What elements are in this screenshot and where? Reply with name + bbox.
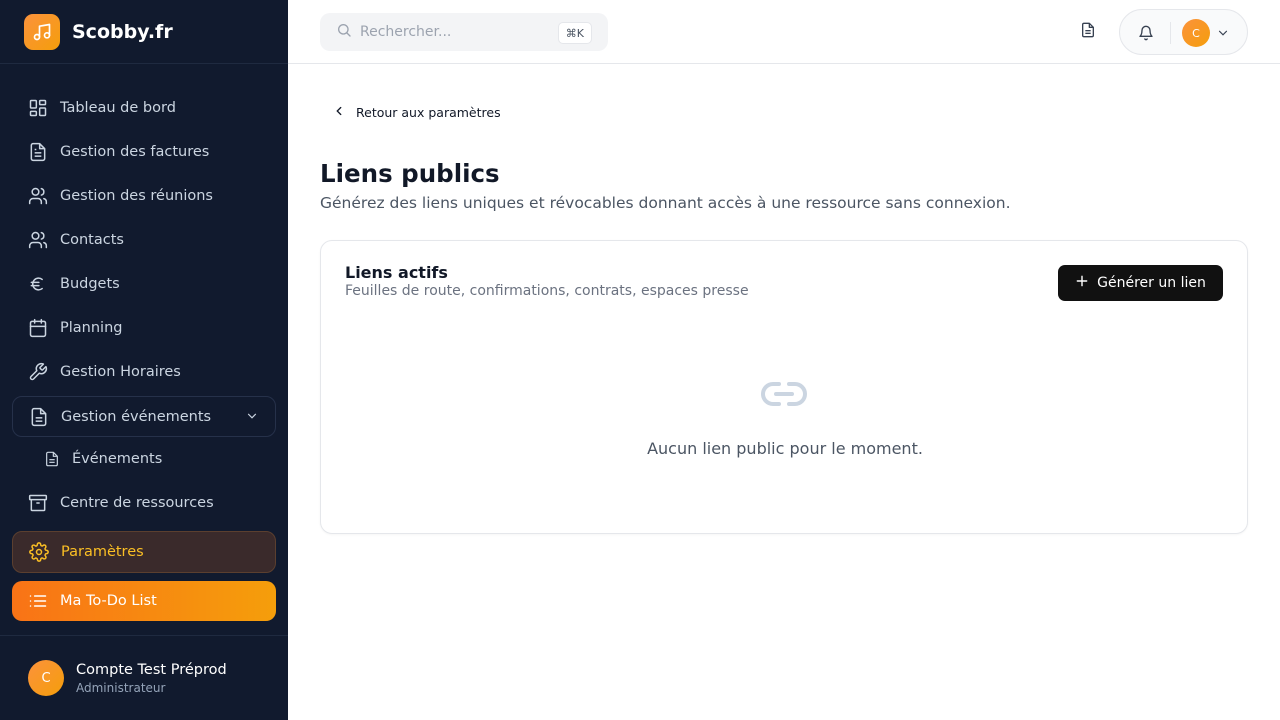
sidebar-nav: Tableau de bord Gestion des factures Ges…	[12, 86, 276, 621]
sidebar-item-contacts[interactable]: Contacts	[12, 218, 276, 262]
back-to-settings-link[interactable]: Retour aux paramètres	[332, 102, 501, 122]
sidebar-item-label: Gestion événements	[61, 408, 212, 425]
divider	[1170, 22, 1171, 44]
sidebar-item-label: Planning	[60, 320, 123, 336]
sidebar-item-schedules[interactable]: Gestion Horaires	[12, 350, 276, 394]
users-icon	[28, 186, 48, 206]
gear-icon	[29, 542, 49, 562]
sidebar: Scobby.fr Tableau de bord Gestion des fa…	[0, 0, 288, 720]
main-content: Retour aux paramètres Liens publics Géné…	[288, 64, 1280, 720]
sidebar-user[interactable]: C Compte Test Préprod Administrateur	[0, 635, 288, 720]
chevron-down-icon[interactable]	[1216, 25, 1230, 44]
empty-state-text: Aucun lien public pour le moment.	[647, 439, 923, 458]
users-icon	[28, 230, 48, 250]
sidebar-item-resources[interactable]: Centre de ressources	[12, 481, 276, 525]
chevron-down-icon	[245, 409, 259, 427]
documents-button[interactable]	[1076, 20, 1100, 44]
calendar-icon	[28, 318, 48, 338]
bell-icon[interactable]	[1136, 23, 1156, 43]
topbar: ⌘K C	[288, 0, 1280, 64]
card-subtitle: Feuilles de route, confirmations, contra…	[345, 283, 749, 299]
back-link-label: Retour aux paramètres	[356, 104, 501, 120]
generate-link-label: Générer un lien	[1097, 275, 1206, 291]
plus-icon	[1075, 274, 1089, 292]
search-input[interactable]	[360, 24, 540, 40]
active-links-card: Liens actifs Feuilles de route, confirma…	[320, 240, 1248, 534]
sidebar-item-settings[interactable]: Paramètres	[12, 531, 276, 573]
search-box[interactable]: ⌘K	[320, 13, 608, 51]
sidebar-item-label: Gestion des factures	[60, 144, 210, 160]
sidebar-item-invoices[interactable]: Gestion des factures	[12, 130, 276, 174]
sidebar-item-label: Ma To-Do List	[60, 593, 157, 609]
sidebar-item-label: Paramètres	[61, 544, 144, 560]
sidebar-item-label: Tableau de bord	[60, 100, 176, 116]
user-menu[interactable]: C	[1119, 9, 1248, 55]
sidebar-item-label: Contacts	[60, 232, 124, 248]
file-text-icon	[44, 451, 60, 467]
sidebar-item-label: Gestion Horaires	[60, 364, 181, 380]
avatar: C	[28, 660, 64, 696]
sidebar-item-todo-list[interactable]: Ma To-Do List	[12, 581, 276, 621]
sidebar-group-events[interactable]: Gestion événements	[12, 396, 276, 437]
sidebar-item-dashboard[interactable]: Tableau de bord	[12, 86, 276, 130]
music-note-icon	[24, 13, 60, 50]
user-name: Compte Test Préprod	[76, 661, 227, 678]
wrench-icon	[28, 362, 48, 382]
file-text-icon	[1080, 22, 1096, 42]
shortcut-badge: ⌘K	[557, 22, 592, 44]
link-icon	[761, 379, 807, 413]
sidebar-subitem-events[interactable]: Événements	[12, 437, 276, 481]
sidebar-item-label: Gestion des réunions	[60, 188, 213, 204]
archive-icon	[28, 493, 48, 513]
sidebar-item-label: Budgets	[60, 276, 120, 292]
brand-name: Scobby.fr	[72, 20, 173, 43]
chevron-left-icon	[332, 104, 346, 121]
file-text-icon	[28, 142, 48, 162]
file-text-icon	[29, 407, 49, 427]
sidebar-item-planning[interactable]: Planning	[12, 306, 276, 350]
sidebar-item-meetings[interactable]: Gestion des réunions	[12, 174, 276, 218]
euro-icon	[28, 274, 48, 294]
list-icon	[28, 591, 48, 611]
search-icon	[336, 22, 352, 42]
sidebar-item-budgets[interactable]: Budgets	[12, 262, 276, 306]
sidebar-item-label: Événements	[72, 451, 163, 467]
sidebar-item-label: Centre de ressources	[60, 495, 214, 511]
brand[interactable]: Scobby.fr	[0, 0, 288, 64]
card-title: Liens actifs	[345, 263, 448, 282]
dashboard-grid-icon	[28, 98, 48, 118]
generate-link-button[interactable]: Générer un lien	[1058, 265, 1223, 301]
avatar[interactable]: C	[1182, 19, 1210, 47]
page-title: Liens publics	[320, 159, 500, 188]
page-subtitle: Générez des liens uniques et révocables …	[320, 194, 1011, 212]
user-role: Administrateur	[76, 680, 166, 695]
